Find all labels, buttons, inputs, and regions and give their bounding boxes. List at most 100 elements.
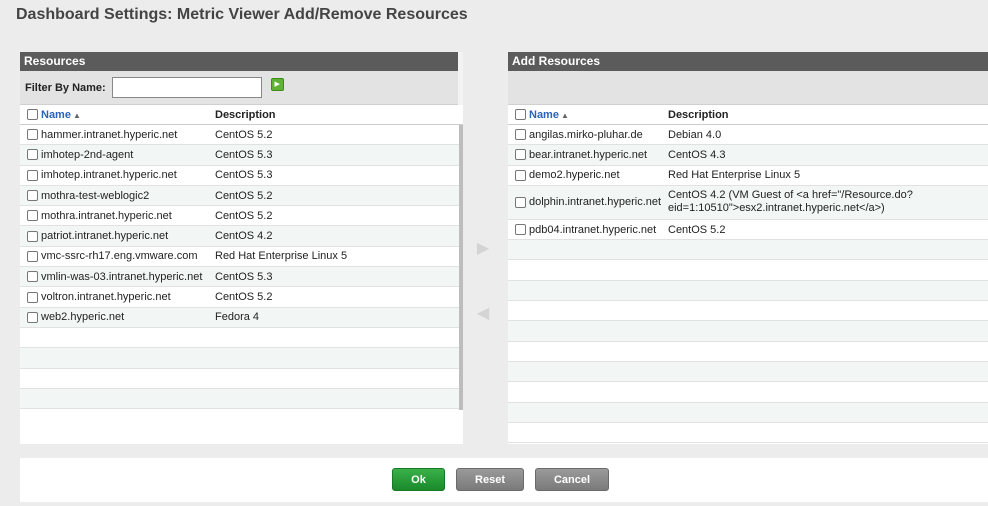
play-arrow-icon: ▶ — [274, 81, 280, 88]
empty-row — [20, 388, 463, 410]
row-checkbox[interactable] — [26, 149, 38, 161]
remove-selected-button[interactable]: ◀ — [472, 293, 494, 333]
resource-name: imhotep.intranet.hyperic.net — [41, 169, 177, 182]
table-row[interactable]: hammer.intranet.hyperic.net CentOS 5.2 — [20, 125, 463, 146]
resource-name: pdb04.intranet.hyperic.net — [529, 223, 657, 236]
table-row[interactable]: voltron.intranet.hyperic.net CentOS 5.2 — [20, 287, 463, 308]
row-checkbox[interactable] — [26, 169, 38, 181]
resource-name: vmlin-was-03.intranet.hyperic.net — [41, 270, 203, 283]
table-row[interactable]: imhotep-2nd-agent CentOS 5.3 — [20, 145, 463, 166]
name-sort-link[interactable]: Name — [529, 109, 559, 121]
resource-name: angilas.mirko-pluhar.de — [529, 128, 643, 141]
resource-name: mothra.intranet.hyperic.net — [41, 209, 172, 222]
resource-description: CentOS 5.2 — [215, 209, 273, 222]
filter-bar: Filter By Name: ▶ — [20, 71, 458, 105]
table-row[interactable]: vmc-ssrc-rh17.eng.vmware.com Red Hat Ente… — [20, 247, 463, 268]
resource-description: Red Hat Enterprise Linux 5 — [668, 169, 801, 182]
right-arrow-icon: ▶ — [476, 240, 490, 257]
empty-row — [508, 301, 988, 322]
resource-description: CentOS 5.2 — [215, 189, 273, 202]
resource-name: demo2.hyperic.net — [529, 169, 620, 182]
description-column-header: Description — [668, 108, 729, 121]
add-resources-table-header: Name ▲ Description — [508, 105, 988, 125]
resource-name: dolphin.intranet.hyperic.net — [529, 196, 662, 209]
name-sort-link[interactable]: Name — [41, 109, 71, 121]
resource-description: CentOS 5.2 — [215, 291, 273, 304]
empty-row — [20, 348, 463, 369]
ok-button[interactable]: Ok — [392, 468, 445, 491]
row-checkbox[interactable] — [26, 250, 38, 262]
table-row[interactable]: dolphin.intranet.hyperic.net CentOS 4.2 (… — [508, 185, 988, 220]
table-row[interactable]: bear.intranet.hyperic.net CentOS 4.3 — [508, 145, 988, 166]
resources-panel: Resources Filter By Name: ▶ Name ▲ Descri… — [20, 52, 463, 444]
table-row[interactable]: pdb04.intranet.hyperic.net CentOS 5.2 — [508, 220, 988, 241]
description-column-header: Description — [215, 108, 276, 121]
resource-description: Fedora 4 — [215, 311, 260, 324]
empty-row — [508, 402, 988, 423]
empty-row — [508, 240, 988, 261]
table-row[interactable]: vmlin-was-03.intranet.hyperic.net CentOS … — [20, 267, 463, 288]
add-selected-button[interactable]: ▶ — [472, 228, 494, 268]
row-checkbox[interactable] — [26, 291, 38, 303]
name-column-header[interactable]: Name ▲ — [41, 109, 215, 121]
cancel-button[interactable]: Cancel — [535, 468, 609, 491]
resource-description: CentOS 5.2 — [215, 128, 273, 141]
sort-asc-icon: ▲ — [72, 110, 81, 120]
resource-description: CentOS 5.3 — [215, 270, 273, 283]
select-all-checkbox[interactable] — [26, 109, 38, 120]
name-column-header[interactable]: Name ▲ — [529, 109, 668, 121]
left-arrow-icon: ◀ — [476, 305, 490, 322]
select-all-checkbox[interactable] — [514, 109, 526, 120]
table-row[interactable]: mothra.intranet.hyperic.net CentOS 5.2 — [20, 206, 463, 227]
resource-description: Red Hat Enterprise Linux 5 — [215, 250, 348, 263]
row-checkbox[interactable] — [26, 271, 38, 283]
table-row[interactable]: mothra-test-weblogic2 CentOS 5.2 — [20, 185, 463, 207]
row-checkbox[interactable] — [514, 196, 526, 208]
table-row[interactable]: patriot.intranet.hyperic.net CentOS 4.2 — [20, 226, 463, 247]
empty-row — [20, 369, 463, 389]
transfer-controls: ▶ ◀ — [463, 52, 503, 457]
add-resources-toolbar — [508, 71, 988, 105]
filter-go-button[interactable]: ▶ — [270, 78, 284, 91]
add-resources-table: Name ▲ Description angilas.mirko-pluhar.d… — [508, 105, 988, 444]
resources-table-header: Name ▲ Description — [20, 105, 463, 125]
row-checkbox[interactable] — [26, 210, 38, 222]
row-checkbox[interactable] — [26, 190, 38, 202]
resource-description: CentOS 4.3 — [668, 148, 726, 161]
resources-table: Name ▲ Description hammer.intranet.hyperi… — [20, 105, 463, 444]
empty-row — [508, 280, 988, 302]
resources-panel-header: Resources — [20, 52, 458, 71]
row-checkbox[interactable] — [514, 224, 526, 236]
empty-row — [20, 328, 463, 349]
table-row[interactable]: imhotep.intranet.hyperic.net CentOS 5.3 — [20, 166, 463, 186]
empty-row — [508, 423, 988, 444]
resource-description: CentOS 5.3 — [215, 169, 273, 182]
reset-button[interactable]: Reset — [456, 468, 524, 491]
table-row[interactable]: demo2.hyperic.net Red Hat Enterprise Linu… — [508, 166, 988, 186]
empty-row — [508, 321, 988, 342]
resource-description: CentOS 5.3 — [215, 148, 273, 161]
table-row[interactable]: angilas.mirko-pluhar.de Debian 4.0 — [508, 125, 988, 146]
empty-row — [508, 260, 988, 281]
row-checkbox[interactable] — [514, 129, 526, 141]
resource-name: mothra-test-weblogic2 — [41, 189, 150, 202]
filter-by-name-input[interactable] — [111, 77, 262, 98]
resource-description: CentOS 4.2 (VM Guest of <a href="/Resour… — [668, 189, 913, 215]
dialog-footer: Ok Reset Cancel — [20, 458, 988, 502]
resource-description: CentOS 5.2 — [668, 223, 726, 236]
row-checkbox[interactable] — [26, 230, 38, 242]
resource-name: patriot.intranet.hyperic.net — [41, 230, 169, 243]
row-checkbox[interactable] — [26, 311, 38, 323]
add-resources-panel: Add Resources Name ▲ Description angilas.… — [508, 52, 988, 444]
empty-row — [508, 361, 988, 383]
filter-label: Filter By Name: — [25, 81, 106, 94]
row-checkbox[interactable] — [26, 129, 38, 141]
empty-row — [508, 342, 988, 362]
resource-name: voltron.intranet.hyperic.net — [41, 291, 171, 304]
resource-name: vmc-ssrc-rh17.eng.vmware.com — [41, 250, 198, 263]
row-checkbox[interactable] — [514, 149, 526, 161]
resource-name: imhotep-2nd-agent — [41, 148, 134, 161]
table-row[interactable]: web2.hyperic.net Fedora 4 — [20, 307, 463, 328]
sort-asc-icon: ▲ — [560, 110, 569, 120]
row-checkbox[interactable] — [514, 169, 526, 181]
